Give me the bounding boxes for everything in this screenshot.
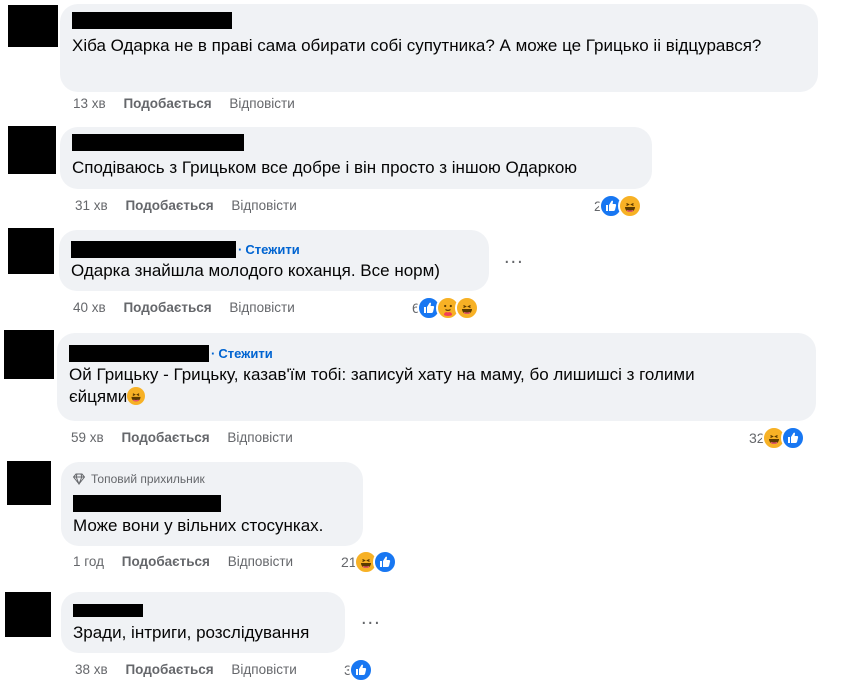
avatar[interactable] (5, 592, 51, 637)
haha-icon (454, 296, 479, 320)
reply-button[interactable]: Відповісти (228, 554, 293, 569)
like-button[interactable]: Подобається (125, 198, 213, 213)
follow-link[interactable]: Стежити (245, 242, 299, 257)
like-icon (780, 426, 805, 450)
comment-bubble: · Стежити Одарка знайшла молодого коханця… (59, 230, 489, 291)
reaction-summary[interactable]: 21 (341, 550, 397, 574)
like-button[interactable]: Подобається (123, 300, 211, 315)
avatar[interactable] (4, 330, 54, 379)
top-fan-badge: Топовий прихильник (73, 470, 351, 488)
avatar[interactable] (8, 228, 54, 274)
comment-meta: 13 хв Подобається Відповісти (73, 94, 309, 114)
comment-bubble: · Стежити Ой Грицьку - Грицьку, казав'їм … (57, 333, 816, 421)
comment-time[interactable]: 59 хв (71, 430, 104, 445)
follow-link[interactable]: Стежити (218, 346, 272, 361)
comment-text-line-2: єйцями (69, 387, 128, 406)
redacted-author-name[interactable] (69, 345, 209, 363)
comment-text: Сподіваюсь з Грицьком все добре і він пр… (72, 158, 578, 177)
reaction-summary[interactable]: 32 (749, 426, 805, 450)
comment-bubble: Топовий прихильник Може вони у вільних с… (61, 462, 363, 546)
diamond-icon (73, 473, 85, 485)
comment-bubble: Сподіваюсь з Грицьком все добре і він пр… (60, 127, 652, 189)
comment-bubble: Зради, інтриги, розслідування (61, 592, 345, 653)
reaction-summary[interactable]: 3 (344, 658, 373, 682)
like-button[interactable]: Подобається (123, 96, 211, 111)
haha-icon (617, 194, 642, 218)
comment-text: Хіба Одарка не в праві сама обирати собі… (72, 36, 762, 55)
badge-label: Топовий прихильник (91, 472, 205, 486)
comment-bubble: Хіба Одарка не в праві сама обирати собі… (60, 4, 818, 92)
reaction-summary[interactable]: 2 (594, 194, 642, 218)
redacted-author-name[interactable] (71, 241, 236, 259)
comment-time[interactable]: 31 хв (75, 198, 108, 213)
more-options-icon[interactable]: ... (361, 607, 381, 630)
more-options-icon[interactable]: ... (504, 246, 524, 269)
comment-text: Може вони у вільних стосунках. (73, 516, 324, 535)
comment-time[interactable]: 13 хв (73, 96, 106, 111)
comment-meta: 31 хв Подобається Відповісти (75, 196, 311, 216)
redacted-author-name[interactable] (72, 134, 244, 152)
like-icon (348, 658, 373, 682)
comment-text: Ой Грицьку - Грицьку, казав'їм тобі: зап… (69, 364, 804, 408)
like-button[interactable]: Подобається (121, 430, 209, 445)
comment-meta: 40 хв Подобається Відповісти (73, 298, 309, 318)
avatar[interactable] (8, 126, 56, 174)
reply-button[interactable]: Відповісти (231, 198, 296, 213)
comment-time[interactable]: 40 хв (73, 300, 106, 315)
comment-time[interactable]: 38 хв (75, 662, 108, 677)
comment-text: Одарка знайшла молодого коханця. Все нор… (71, 261, 440, 280)
comment-meta: 1 год Подобається Відповісти (73, 552, 307, 572)
reply-button[interactable]: Відповісти (229, 96, 294, 111)
like-icon (372, 550, 397, 574)
comment-meta: 59 хв Подобається Відповісти (71, 428, 307, 448)
redacted-author-name[interactable] (73, 604, 143, 618)
comment-time[interactable]: 1 год (73, 554, 104, 569)
comment-meta: 38 хв Подобається Відповісти (75, 660, 311, 680)
avatar[interactable] (7, 461, 51, 505)
reply-button[interactable]: Відповісти (227, 430, 292, 445)
avatar[interactable] (8, 5, 58, 47)
reply-button[interactable]: Відповісти (231, 662, 296, 677)
redacted-author-name[interactable] (73, 495, 221, 513)
comment-text-line-1: Ой Грицьку - Грицьку, казав'їм тобі: зап… (69, 365, 695, 384)
redacted-author-name[interactable] (72, 12, 232, 30)
reaction-summary[interactable]: 6 (412, 296, 479, 320)
comment-text: Зради, інтриги, розслідування (73, 623, 310, 642)
reply-button[interactable]: Відповісти (229, 300, 294, 315)
like-button[interactable]: Подобається (122, 554, 210, 569)
like-button[interactable]: Подобається (125, 662, 213, 677)
rofl-emoji-icon (127, 387, 146, 405)
